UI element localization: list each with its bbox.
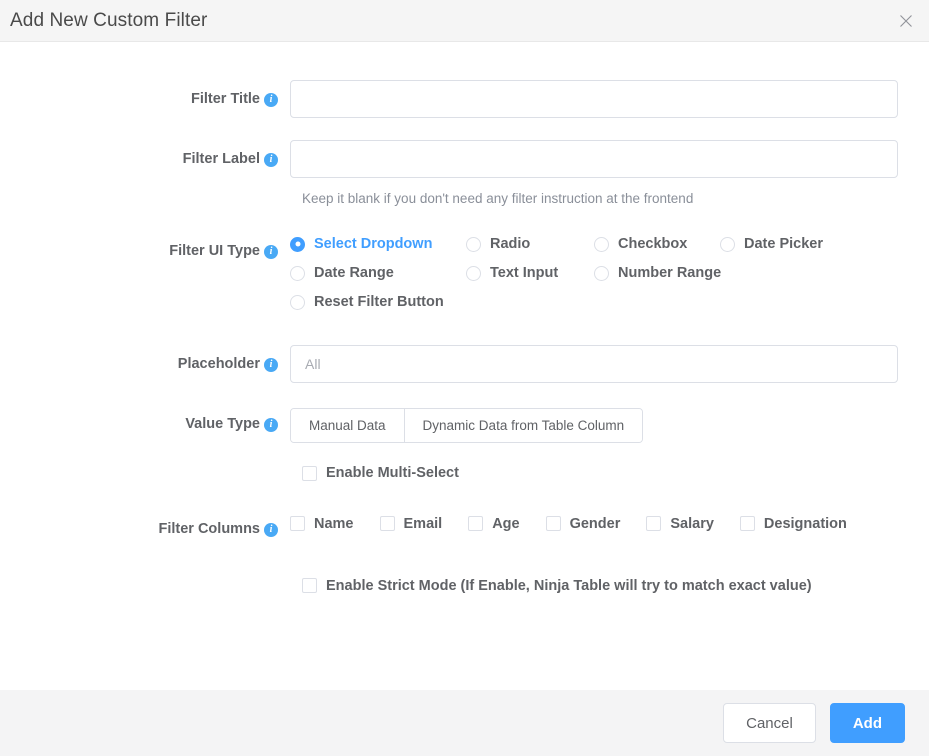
value-type-label-group: Value Type i: [0, 405, 290, 443]
radio-dot-icon: [594, 237, 609, 252]
filter-columns-label-group: Filter Columns i: [0, 510, 290, 548]
checkbox-label: Enable Strict Mode (If Enable, Ninja Tab…: [326, 578, 812, 594]
radio-dot-icon: [290, 237, 305, 252]
value-type-control: Manual Data Dynamic Data from Table Colu…: [290, 405, 929, 443]
checkbox-box-icon: [302, 466, 317, 481]
filter-title-label: Filter Title: [191, 91, 260, 107]
value-type-dynamic-data-button[interactable]: Dynamic Data from Table Column: [404, 409, 643, 442]
close-icon[interactable]: [895, 10, 917, 32]
radio-dot-icon: [290, 266, 305, 281]
multi-select-row: Enable Multi-Select: [0, 465, 929, 486]
checkbox-box-icon: [290, 516, 305, 531]
radio-dot-icon: [466, 266, 481, 281]
info-icon[interactable]: i: [264, 418, 278, 432]
placeholder-label: Placeholder: [178, 356, 260, 372]
filter-column-email-checkbox[interactable]: Email: [380, 516, 443, 532]
radio-text-input[interactable]: Text Input: [466, 265, 594, 281]
radio-label: Reset Filter Button: [314, 294, 444, 310]
dialog-body: Filter Title i Filter Label i Keep it blan…: [0, 42, 929, 690]
filter-label-help-text: Keep it blank if you don't need any filt…: [0, 190, 929, 208]
filter-column-salary-checkbox[interactable]: Salary: [646, 516, 714, 532]
checkbox-label: Enable Multi-Select: [326, 465, 459, 481]
checkbox-box-icon: [546, 516, 561, 531]
radio-label: Date Range: [314, 265, 394, 281]
placeholder-label-group: Placeholder i: [0, 345, 290, 383]
filter-label-row: Filter Label i: [0, 140, 929, 178]
radio-checkbox[interactable]: Checkbox: [594, 236, 720, 252]
info-icon[interactable]: i: [264, 245, 278, 259]
filter-label-label: Filter Label: [183, 151, 260, 167]
strict-mode-row: Enable Strict Mode (If Enable, Ninja Tab…: [0, 578, 929, 599]
radio-dot-icon: [466, 237, 481, 252]
placeholder-row: Placeholder i: [0, 345, 929, 383]
dialog-footer: Cancel Add: [0, 690, 929, 756]
add-button[interactable]: Add: [830, 703, 905, 743]
checkbox-label: Salary: [670, 516, 714, 532]
filter-column-age-checkbox[interactable]: Age: [468, 516, 519, 532]
filter-title-row: Filter Title i: [0, 80, 929, 118]
filter-title-label-group: Filter Title i: [0, 80, 290, 118]
filter-column-gender-checkbox[interactable]: Gender: [546, 516, 621, 532]
radio-label: Number Range: [618, 265, 721, 281]
radio-label: Text Input: [490, 265, 558, 281]
radio-number-range[interactable]: Number Range: [594, 265, 721, 281]
radio-dot-icon: [720, 237, 735, 252]
checkbox-label: Gender: [570, 516, 621, 532]
checkbox-box-icon: [646, 516, 661, 531]
filter-column-designation-checkbox[interactable]: Designation: [740, 516, 847, 532]
enable-multi-select-checkbox[interactable]: Enable Multi-Select: [302, 465, 459, 481]
filter-columns-label: Filter Columns: [158, 521, 260, 537]
placeholder-input[interactable]: [290, 345, 898, 383]
filter-ui-type-radio-group: Select Dropdown Radio Checkbox Date Pick…: [290, 232, 850, 323]
filter-column-name-checkbox[interactable]: Name: [290, 516, 354, 532]
info-icon[interactable]: i: [264, 523, 278, 537]
checkbox-label: Email: [404, 516, 443, 532]
filter-ui-type-label-group: Filter UI Type i: [0, 232, 290, 266]
info-icon[interactable]: i: [264, 93, 278, 107]
filter-label-label-group: Filter Label i: [0, 140, 290, 178]
filter-label-input[interactable]: [290, 140, 898, 178]
info-icon[interactable]: i: [264, 153, 278, 167]
radio-dot-icon: [594, 266, 609, 281]
radio-dot-icon: [290, 295, 305, 310]
radio-label: Select Dropdown: [314, 236, 432, 252]
placeholder-control: [290, 345, 929, 383]
info-icon[interactable]: i: [264, 358, 278, 372]
checkbox-label: Age: [492, 516, 519, 532]
radio-radio[interactable]: Radio: [466, 236, 594, 252]
value-type-manual-data-button[interactable]: Manual Data: [291, 409, 404, 442]
radio-reset-filter-button[interactable]: Reset Filter Button: [290, 294, 466, 310]
radio-label: Checkbox: [618, 236, 687, 252]
filter-ui-type-row: Filter UI Type i Select Dropdown Radio Ch…: [0, 232, 929, 323]
filter-columns-row: Filter Columns i Name Email Age: [0, 510, 929, 548]
page-title: Add New Custom Filter: [10, 10, 207, 32]
radio-date-picker[interactable]: Date Picker: [720, 236, 823, 252]
radio-select-dropdown[interactable]: Select Dropdown: [290, 236, 466, 252]
checkbox-box-icon: [380, 516, 395, 531]
add-custom-filter-dialog: Add New Custom Filter Filter Title i Filt…: [0, 0, 929, 756]
radio-label: Radio: [490, 236, 530, 252]
value-type-label: Value Type: [185, 416, 260, 432]
radio-label: Date Picker: [744, 236, 823, 252]
radio-date-range[interactable]: Date Range: [290, 265, 466, 281]
filter-columns-control: Name Email Age Gender: [290, 510, 929, 532]
enable-strict-mode-checkbox[interactable]: Enable Strict Mode (If Enable, Ninja Tab…: [302, 578, 812, 594]
checkbox-box-icon: [302, 578, 317, 593]
checkbox-box-icon: [468, 516, 483, 531]
checkbox-label: Name: [314, 516, 354, 532]
filter-label-control: [290, 140, 929, 178]
checkbox-box-icon: [740, 516, 755, 531]
filter-ui-type-label: Filter UI Type: [169, 243, 260, 259]
filter-title-control: [290, 80, 929, 118]
filter-columns-checkbox-group: Name Email Age Gender: [290, 510, 911, 532]
value-type-row: Value Type i Manual Data Dynamic Data fro…: [0, 405, 929, 443]
value-type-segmented-group: Manual Data Dynamic Data from Table Colu…: [290, 408, 643, 443]
cancel-button[interactable]: Cancel: [723, 703, 816, 743]
checkbox-label: Designation: [764, 516, 847, 532]
filter-title-input[interactable]: [290, 80, 898, 118]
dialog-header: Add New Custom Filter: [0, 0, 929, 42]
filter-ui-type-control: Select Dropdown Radio Checkbox Date Pick…: [290, 232, 929, 323]
